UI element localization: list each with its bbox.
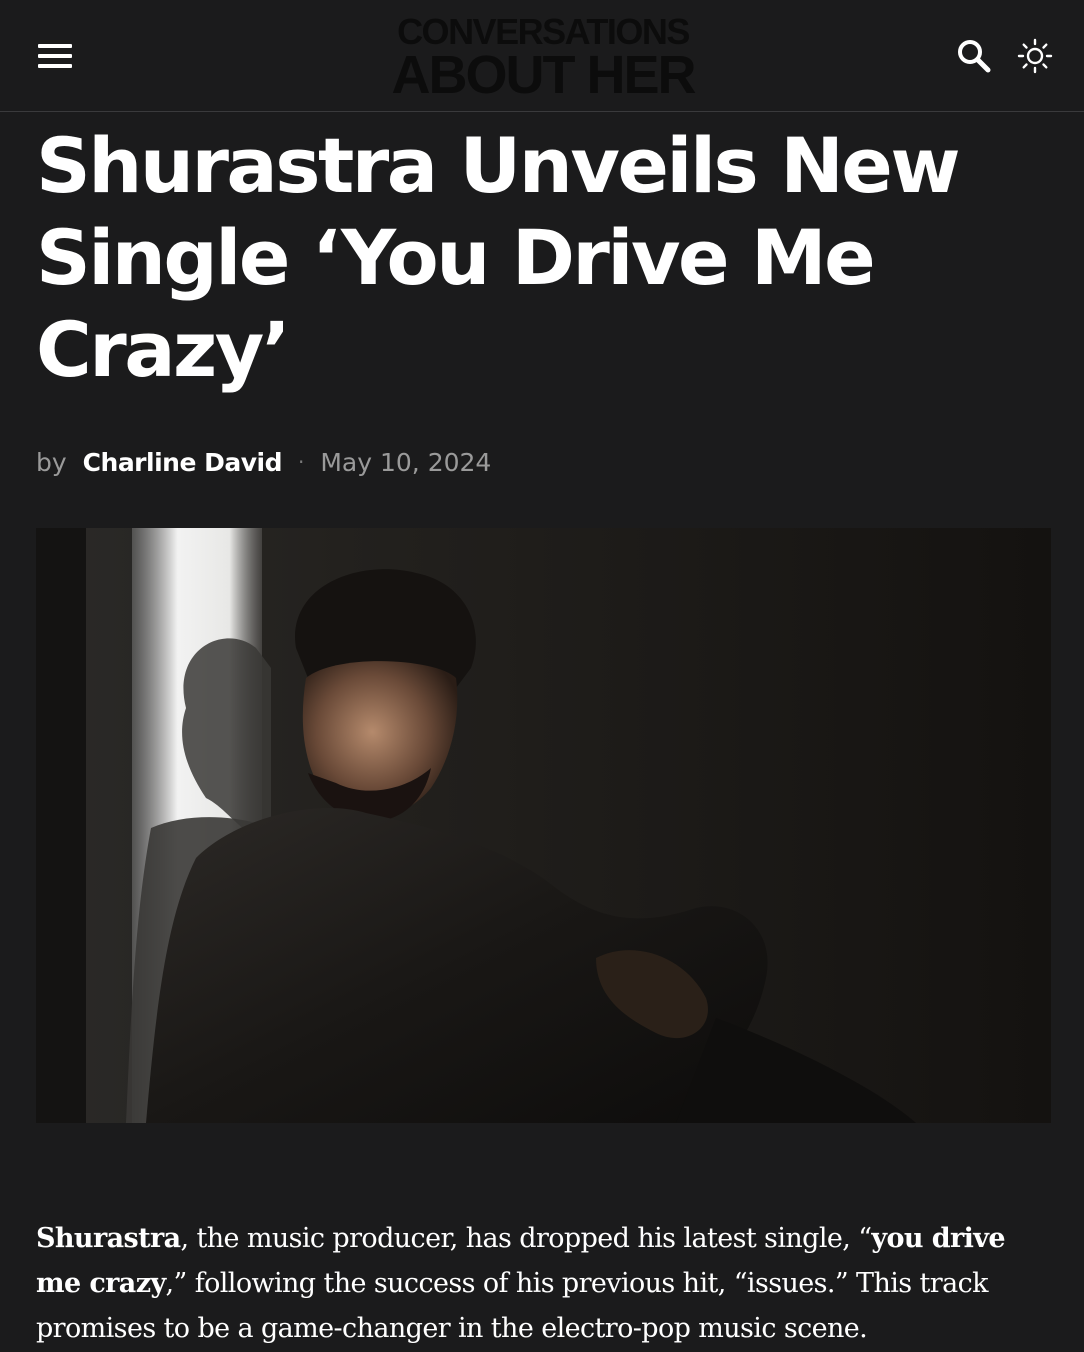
article-intro-paragraph: Shurastra, the music producer, has dropp… [36,1216,1046,1351]
author-link[interactable]: Charline David [83,448,283,477]
sun-icon[interactable] [1016,37,1054,75]
byline-prefix: by [36,447,67,477]
article-title: Shurastra Unveils New Single ‘You Drive … [36,121,961,394]
site-logo[interactable]: CONVERSATIONS ABOUT HER [378,14,708,105]
search-icon[interactable] [956,38,992,74]
article-meta: by Charline David · May 10, 2024 [36,446,491,478]
intro-text-1: , the music producer, has dropped his la… [180,1223,872,1254]
meta-separator: · [298,450,305,474]
article-hero-image [36,528,1051,1123]
hero-photo-illustration [36,528,1051,1123]
publish-date: May 10, 2024 [320,447,492,477]
intro-text-2: ,” following the success of his previous… [36,1268,988,1344]
site-header: CONVERSATIONS ABOUT HER [0,0,1084,112]
artist-name: Shurastra [36,1223,181,1254]
hamburger-menu-icon[interactable] [38,42,74,70]
logo-line-2: ABOUT HER [391,45,697,105]
